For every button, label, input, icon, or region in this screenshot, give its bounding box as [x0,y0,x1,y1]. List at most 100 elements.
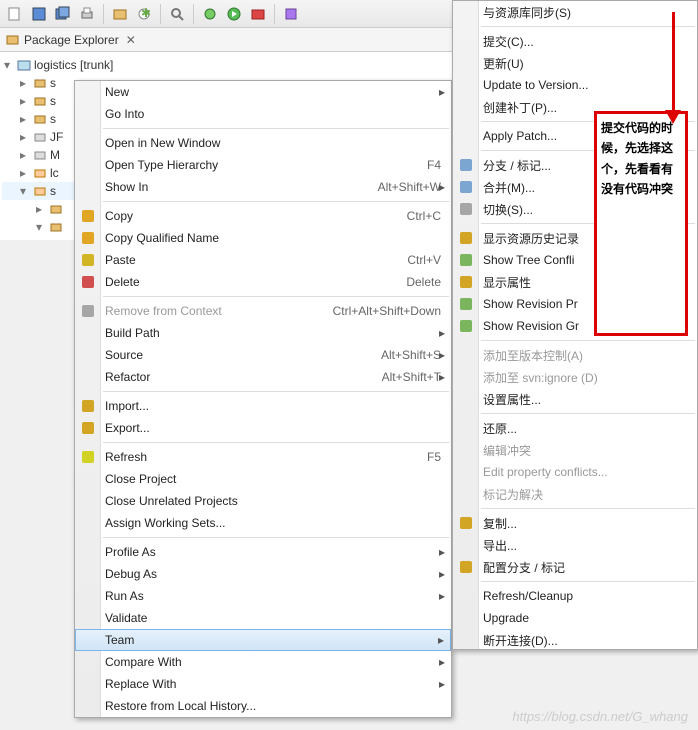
menu-item[interactable]: 更新(U) [453,52,697,74]
search-icon[interactable] [166,3,188,25]
src-icon [32,111,48,127]
saveall-icon[interactable] [52,3,74,25]
menu-label: Update to Version... [483,78,588,92]
print-icon[interactable] [76,3,98,25]
menu-label: Run As [105,589,144,603]
menu-label: Refresh [105,450,147,464]
menu-item[interactable]: PasteCtrl+V [75,249,451,271]
menu-label: 编辑冲突 [483,442,531,459]
run-icon[interactable] [223,3,245,25]
menu-item[interactable]: Debug As▸ [75,563,451,585]
menu-item: 编辑冲突 [453,439,697,461]
menu-item: 标记为解决 [453,483,697,505]
shortcut: F4 [427,158,441,172]
menu-item[interactable]: Close Unrelated Projects [75,490,451,512]
submenu-arrow-icon: ▸ [439,370,445,384]
folder-icon [32,183,48,199]
menu-item[interactable]: Upgrade [453,607,697,629]
menu-item[interactable]: 还原... [453,417,697,439]
submenu-arrow-icon: ▸ [439,85,445,99]
save-icon[interactable] [28,3,50,25]
menu-item[interactable]: Profile As ▸ [75,541,451,563]
revg-icon [457,317,475,335]
menu-item[interactable]: Copy Qualified Name [75,227,451,249]
close-icon[interactable]: ✕ [126,33,136,47]
menu-item[interactable]: Close Project [75,468,451,490]
menu-label: Close Unrelated Projects [105,494,238,508]
debug-icon[interactable] [199,3,221,25]
submenu-arrow-icon: ▸ [439,180,445,194]
menu-item[interactable]: 配置分支 / 标记 [453,556,697,578]
menu-item[interactable]: 复制... [453,512,697,534]
export-icon [79,419,97,437]
menu-label: 导出... [483,537,517,554]
menu-item[interactable]: New▸ [75,81,451,103]
menu-label: Replace With [105,677,176,691]
menu-item[interactable]: Team▸ [75,629,451,651]
menu-item[interactable]: SourceAlt+Shift+S▸ [75,344,451,366]
menu-item[interactable]: Compare With▸ [75,651,451,673]
menu-label: Compare With [105,655,182,669]
menu-item[interactable]: CopyCtrl+C [75,205,451,227]
menu-item[interactable]: Open Type Hierarchy F4 [75,154,451,176]
revp-icon [457,295,475,313]
refresh-icon [79,448,97,466]
menu-item[interactable]: 导出... [453,534,697,556]
submenu-arrow-icon: ▸ [439,589,445,603]
menu-item[interactable]: Replace With▸ [75,673,451,695]
menu-label: Close Project [105,472,176,486]
history-icon [457,229,475,247]
newclass-icon[interactable] [280,3,302,25]
menu-label: Export... [105,421,150,435]
menu-item[interactable]: Update to Version... [453,74,697,96]
shortcut: Ctrl+Alt+Shift+Down [333,304,441,318]
menu-label: 与资源库同步(S) [483,4,571,21]
jre-icon [32,129,48,145]
external-icon[interactable] [247,3,269,25]
menu-item[interactable]: Open in New Window [75,132,451,154]
menu-item[interactable]: Validate [75,607,451,629]
menu-item[interactable]: DeleteDelete [75,271,451,293]
menu-item[interactable]: Assign Working Sets... [75,512,451,534]
new-icon[interactable] [4,3,26,25]
menu-item[interactable]: Build Path▸ [75,322,451,344]
menu-label: Paste [105,253,136,267]
menu-label: Show In [105,180,148,194]
menu-item[interactable]: Run As ▸ [75,585,451,607]
menu-label: Open Type Hierarchy [105,158,218,172]
menu-item[interactable]: Export... [75,417,451,439]
menu-item: Remove from ContextCtrl+Alt+Shift+Down [75,300,451,322]
copy-icon [79,207,97,225]
menu-item[interactable]: Restore from Local History... [75,695,451,717]
menu-item[interactable]: Refresh F5 [75,446,451,468]
menu-item[interactable]: 断开连接(D)... [453,629,697,651]
package-icon [48,219,64,235]
menu-item[interactable]: Refresh/Cleanup [453,585,697,607]
tree-label: logistics [trunk] [34,58,113,72]
menu-label: 还原... [483,420,517,437]
menu-item[interactable]: RefactorAlt+Shift+T▸ [75,366,451,388]
package-icon[interactable] [109,3,131,25]
menu-item[interactable]: Show InAlt+Shift+W▸ [75,176,451,198]
submenu-arrow-icon: ▸ [438,633,444,647]
annotation-arrowhead [665,110,681,124]
wizard-icon[interactable]: ✱ [133,3,155,25]
menu-item[interactable]: Go Into [75,103,451,125]
menu-label: 提交(C)... [483,33,534,50]
switch-icon [457,200,475,218]
shortcut: F5 [427,450,441,464]
watermark: https://blog.csdn.net/G_whang [512,709,688,724]
menu-label: Refresh/Cleanup [483,589,573,603]
menu-label: Refactor [105,370,150,384]
menu-label: Go Into [105,107,144,121]
menu-item[interactable]: 与资源库同步(S) [453,1,697,23]
menu-label: Copy [105,209,133,223]
submenu-arrow-icon: ▸ [439,545,445,559]
package-icon [6,33,20,47]
shortcut: Alt+Shift+S [381,348,441,362]
menu-item[interactable]: 提交(C)... [453,30,697,52]
menu-item[interactable]: Import... [75,395,451,417]
menu-label: Profile As [105,545,156,559]
src-icon [32,75,48,91]
menu-item[interactable]: 设置属性... [453,388,697,410]
